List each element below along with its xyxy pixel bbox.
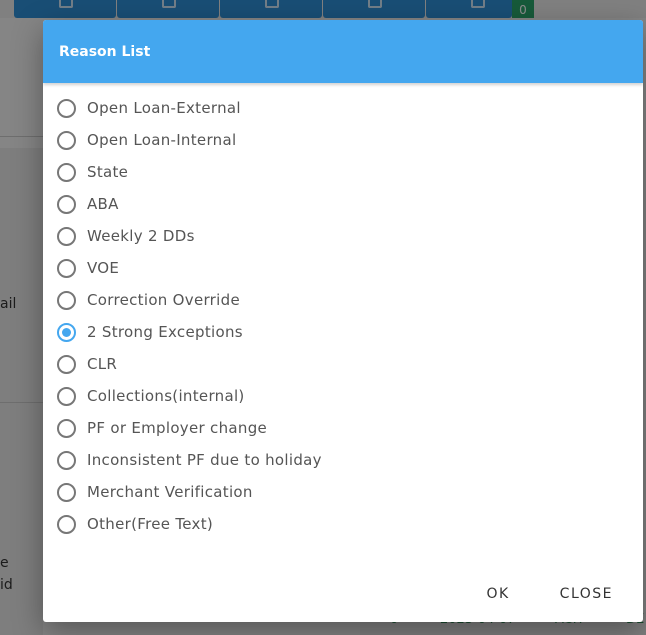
radio-unchecked[interactable]: [57, 194, 76, 214]
close-button[interactable]: CLOSE: [560, 582, 613, 606]
reason-option[interactable]: Collections(internal): [43, 380, 643, 412]
reason-option-label: Weekly 2 DDs: [87, 227, 195, 245]
dialog-title: Reason List: [59, 43, 151, 60]
reason-option-label: 2 Strong Exceptions: [87, 323, 243, 341]
reason-option[interactable]: Merchant Verification: [43, 476, 643, 508]
reason-option[interactable]: CLR: [43, 348, 643, 380]
reason-option-label: Other(Free Text): [87, 515, 214, 533]
radio-unchecked[interactable]: [57, 290, 76, 310]
reason-option-label: VOE: [87, 259, 120, 277]
radio-unchecked[interactable]: [57, 354, 76, 374]
radio-unchecked[interactable]: [57, 258, 76, 278]
reason-option-label: Open Loan-External: [87, 99, 241, 117]
radio-checked[interactable]: [57, 322, 76, 342]
reason-list-dialog: Reason List Open Loan-External Open Loan-…: [43, 20, 643, 622]
reason-option[interactable]: Inconsistent PF due to holiday: [43, 444, 643, 476]
reason-option[interactable]: State: [43, 156, 643, 188]
reason-option-label: State: [87, 163, 129, 181]
radio-unchecked[interactable]: [57, 514, 76, 534]
reason-option-label: Correction Override: [87, 291, 240, 309]
radio-unchecked[interactable]: [57, 450, 76, 470]
radio-unchecked[interactable]: [57, 386, 76, 406]
reason-option[interactable]: PF or Employer change: [43, 412, 643, 444]
reason-option-label: Collections(internal): [87, 387, 245, 405]
radio-unchecked[interactable]: [57, 162, 76, 182]
reason-option[interactable]: Correction Override: [43, 284, 643, 316]
reason-radio-group: Open Loan-External Open Loan-Internal Stat…: [43, 83, 643, 540]
reason-option-label: PF or Employer change: [87, 419, 268, 437]
reason-option-label: CLR: [87, 355, 118, 373]
radio-unchecked[interactable]: [57, 98, 76, 118]
radio-unchecked[interactable]: [57, 130, 76, 150]
reason-option[interactable]: Weekly 2 DDs: [43, 220, 643, 252]
radio-unchecked[interactable]: [57, 418, 76, 438]
reason-option-label: Open Loan-Internal: [87, 131, 237, 149]
reason-option[interactable]: VOE: [43, 252, 643, 284]
reason-option[interactable]: Open Loan-External: [43, 92, 643, 124]
radio-unchecked[interactable]: [57, 226, 76, 246]
dialog-header: Reason List: [43, 20, 643, 83]
reason-option[interactable]: 2 Strong Exceptions: [43, 316, 643, 348]
reason-option[interactable]: Other(Free Text): [43, 508, 643, 540]
reason-option-label: Inconsistent PF due to holiday: [87, 451, 322, 469]
reason-option-label: Merchant Verification: [87, 483, 253, 501]
reason-option-label: ABA: [87, 195, 119, 213]
ok-button[interactable]: OK: [486, 582, 509, 606]
dialog-actions: OK CLOSE: [486, 582, 613, 606]
reason-option[interactable]: Open Loan-Internal: [43, 124, 643, 156]
reason-option[interactable]: ABA: [43, 188, 643, 220]
radio-unchecked[interactable]: [57, 482, 76, 502]
